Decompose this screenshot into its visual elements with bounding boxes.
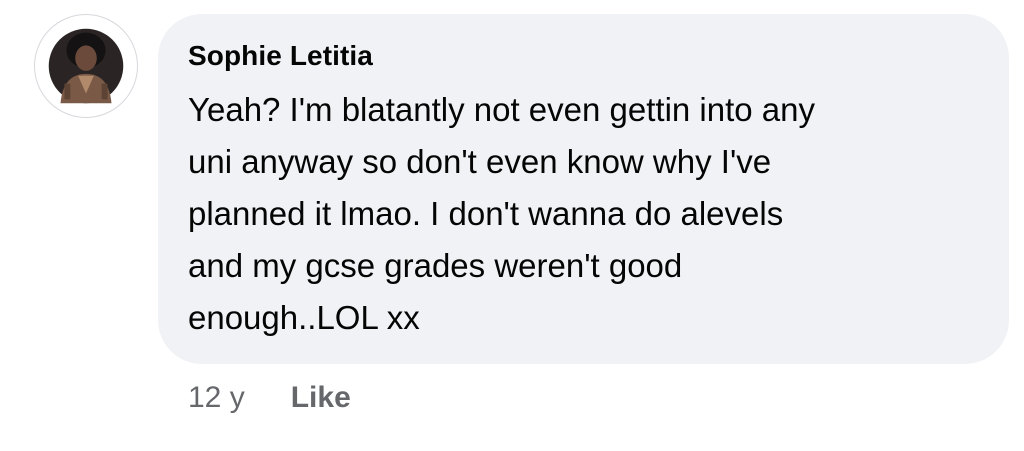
comment-bubble: Sophie Letitia Yeah? I'm blatantly not e… [158,14,1009,364]
comment: Sophie Letitia Yeah? I'm blatantly not e… [0,0,1024,451]
comment-timestamp[interactable]: 12 y [188,378,245,418]
profile-photo-icon [48,28,124,104]
like-button[interactable]: Like [291,378,351,418]
comment-actions: 12 y Like [188,378,351,418]
avatar[interactable] [34,14,138,118]
comment-text: Yeah? I'm blatantly not even gettin into… [188,91,816,336]
comment-author[interactable]: Sophie Letitia [188,38,979,74]
